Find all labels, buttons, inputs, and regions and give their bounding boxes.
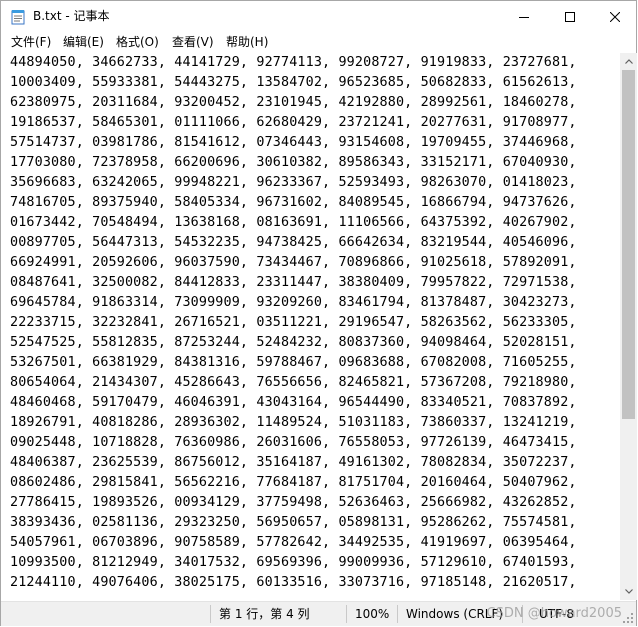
text-line: 54057961, 06703896, 90758589, 57782642, … <box>10 535 577 550</box>
chevron-down-icon <box>624 589 633 594</box>
minimize-button[interactable] <box>501 1 547 32</box>
minimize-icon <box>519 16 529 18</box>
text-line: 22233715, 32232841, 26716521, 03511221, … <box>10 315 577 330</box>
text-line: 35696683, 63242065, 99948221, 96233367, … <box>10 175 577 190</box>
text-line: 10003409, 55933381, 54443275, 13584702, … <box>10 75 577 90</box>
scrollbar-thumb[interactable] <box>622 70 635 419</box>
cursor-position: 第 1 行，第 4 列 <box>219 607 310 621</box>
scroll-up-button[interactable] <box>620 53 637 70</box>
text-line: 08487641, 32500082, 84412833, 23311447, … <box>10 275 577 290</box>
text-line: 69645784, 91863314, 73099909, 93209260, … <box>10 295 577 310</box>
resize-grip-icon[interactable] <box>623 613 634 624</box>
text-line: 38393436, 02581136, 29323250, 56950657, … <box>10 515 577 530</box>
text-line: 00897705, 56447313, 54532235, 94738425, … <box>10 235 577 250</box>
notepad-icon <box>11 10 25 25</box>
vertical-scrollbar[interactable] <box>620 53 637 600</box>
status-divider <box>346 605 347 623</box>
status-divider <box>210 605 211 623</box>
title-bar[interactable]: B.txt - 记事本 <box>1 1 636 32</box>
text-line: 27786415, 19893526, 00934129, 37759498, … <box>10 495 577 510</box>
close-button[interactable] <box>592 1 638 32</box>
text-line: 48406387, 23625539, 86756012, 35164187, … <box>10 455 577 470</box>
menu-format[interactable]: 格式(O) <box>114 32 161 53</box>
text-editor[interactable]: 44894050, 34662733, 44141729, 92774113, … <box>1 53 620 600</box>
maximize-button[interactable] <box>547 1 593 32</box>
text-line: 53267501, 66381929, 84381316, 59788467, … <box>10 355 577 370</box>
scroll-down-button[interactable] <box>620 583 637 600</box>
text-line: 19186537, 58465301, 01111066, 62680429, … <box>10 115 577 130</box>
status-bar: 第 1 行，第 4 列 100% Windows (CRLF) UTF-8 CS… <box>1 601 636 626</box>
zoom-level: 100% <box>355 607 390 621</box>
text-line: 80654064, 21434307, 45286643, 76556656, … <box>10 375 577 390</box>
maximize-icon <box>565 11 575 22</box>
text-line: 18926791, 40818286, 28936302, 11489524, … <box>10 415 577 430</box>
text-line: 62380975, 20311684, 93200452, 23101945, … <box>10 95 577 110</box>
menu-edit[interactable]: 编辑(E) <box>61 32 106 53</box>
text-line: 01673442, 70548494, 13638168, 08163691, … <box>10 215 577 230</box>
menu-bar: 文件(F) 编辑(E) 格式(O) 查看(V) 帮助(H) <box>1 32 636 53</box>
text-line: 52547525, 55812835, 87253244, 52484232, … <box>10 335 577 350</box>
text-line: 09025448, 10718828, 76360986, 26031606, … <box>10 435 577 450</box>
status-divider <box>397 605 398 623</box>
text-line: 17703080, 72378958, 66200696, 30610382, … <box>10 155 577 170</box>
text-line: 57514737, 03981786, 81541612, 07346443, … <box>10 135 577 150</box>
text-line: 48460468, 59170479, 46046391, 43043164, … <box>10 395 577 410</box>
text-line: 21244110, 49076406, 38025175, 60133516, … <box>10 575 577 590</box>
menu-file[interactable]: 文件(F) <box>9 32 53 53</box>
text-line: 66924991, 20592606, 96037590, 73434467, … <box>10 255 577 270</box>
close-icon <box>610 11 620 22</box>
menu-help[interactable]: 帮助(H) <box>224 32 270 53</box>
chevron-up-icon <box>624 59 633 64</box>
notepad-window: B.txt - 记事本 文件(F) 编辑(E) 格式(O) 查看(V) 帮助(H… <box>0 0 637 626</box>
text-line: 10993500, 81212949, 34017532, 69569396, … <box>10 555 577 570</box>
window-title: B.txt - 记事本 <box>33 9 110 23</box>
text-line: 08602486, 29815841, 56562216, 77684187, … <box>10 475 577 490</box>
text-line: 44894050, 34662733, 44141729, 92774113, … <box>10 55 577 70</box>
text-line: 74816705, 89375940, 58405334, 96731602, … <box>10 195 577 210</box>
watermark-text: CSDN @howard2005 <box>486 606 622 621</box>
menu-view[interactable]: 查看(V) <box>170 32 216 53</box>
